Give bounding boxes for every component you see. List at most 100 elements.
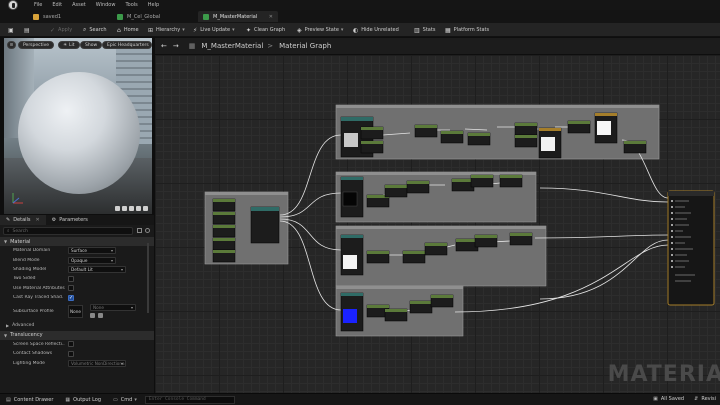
material-node[interactable] [340,176,364,218]
unreal-logo-icon[interactable] [8,0,18,10]
tab-parameters[interactable]: ⚙ Parameters [46,215,94,225]
preview-mesh-button[interactable]: Epic Headquarters [102,41,152,49]
material-domain-select[interactable]: Surface [68,247,116,255]
cube-icon[interactable] [136,206,141,211]
use-material-attributes-checkbox[interactable] [68,285,74,292]
revision-control-button[interactable]: ⇵ Revisi [694,396,716,402]
menu-file[interactable]: File [34,2,42,8]
platform-stats-button[interactable]: ▦ Platform Stats [445,25,489,35]
preview-state-button[interactable]: ◈ Preview State ▾ [297,25,343,35]
material-node[interactable] [424,242,448,256]
home-button[interactable]: ⌂ Home [117,25,139,35]
menu-edit[interactable]: Edit [52,2,62,8]
material-function-node[interactable] [250,206,280,244]
material-output-node[interactable] [667,190,715,306]
material-node[interactable] [440,130,464,144]
material-node[interactable] [538,127,562,159]
tab-saved1[interactable]: saved1 [28,11,108,22]
blend-mode-select[interactable]: Opaque [68,256,116,264]
close-icon[interactable]: ✕ [269,14,273,20]
material-node[interactable] [360,126,384,140]
teapot-icon[interactable] [143,206,148,211]
menu-window[interactable]: Window [96,2,116,8]
material-node[interactable] [340,234,364,276]
plane-icon[interactable] [129,206,134,211]
shading-model-select[interactable]: Default Lit [68,265,126,273]
save-button[interactable]: ▣ [8,25,17,35]
section-material[interactable]: ▼ Material [0,237,154,246]
back-arrow-icon[interactable]: ← [161,42,167,50]
tab-details[interactable]: ✎ Details ✕ [0,215,46,225]
material-node[interactable] [474,234,498,248]
material-node[interactable] [340,292,364,332]
parameter-node[interactable] [212,249,236,263]
material-node[interactable] [414,124,438,138]
lighting-mode-select[interactable]: Volumetric NonDirectional [68,359,126,367]
subsurface-profile-select[interactable]: None [90,304,136,312]
menu-asset[interactable]: Asset [72,2,86,8]
material-node[interactable] [430,294,454,308]
material-node[interactable] [467,132,491,146]
material-node[interactable] [509,232,533,246]
material-node[interactable] [455,238,479,252]
material-node[interactable] [451,178,475,192]
apply-button[interactable]: ✓ Apply [50,25,72,35]
section-translucency[interactable]: ▼ Translucency [0,330,154,340]
menu-help[interactable]: Help [148,2,159,8]
parameter-node[interactable] [212,211,236,225]
hide-unrelated-button[interactable]: ◐ Hide Unrelated [353,25,399,35]
material-node[interactable] [406,180,430,194]
contact-shadows-checkbox[interactable] [68,350,74,357]
hierarchy-button[interactable]: ⊞ Hierarchy ▾ [148,25,185,35]
perspective-button[interactable]: Perspective [18,41,55,49]
viewport-menu-icon[interactable]: ≡ [7,41,16,49]
row-advanced[interactable]: ▶ Advanced [0,320,154,329]
material-node[interactable] [402,250,426,264]
use-selected-icon[interactable] [98,313,103,319]
details-scrollbar[interactable] [147,243,149,313]
tab-m-mastermaterial[interactable]: M_MasterMaterial ✕ [198,11,278,22]
material-node[interactable] [514,122,538,136]
material-node[interactable] [514,134,538,148]
output-log-button[interactable]: ▦ Output Log [65,397,101,403]
cmd-button[interactable]: ▭ Cmd ▾ [113,397,137,403]
settings-icon[interactable] [145,228,150,233]
two-sided-checkbox[interactable] [68,275,74,282]
parameter-node[interactable] [212,224,236,238]
menu-tools[interactable]: Tools [125,2,137,8]
sphere-icon[interactable] [122,206,127,211]
tab-m-cel-global[interactable]: M_Cel_Global [112,11,194,22]
screen-space-reflections-checkbox[interactable] [68,341,74,348]
subsurface-thumbnail[interactable]: None [68,304,83,318]
parameter-node[interactable] [212,237,236,251]
live-update-button[interactable]: ⚡ Live Update ▾ [193,25,235,35]
close-icon[interactable]: ✕ [36,217,40,223]
browse-icon[interactable] [90,313,95,319]
grid-view-icon[interactable] [137,228,142,233]
all-saved-button[interactable]: ▣ All Saved [653,396,684,402]
material-node[interactable] [384,308,408,322]
cast-ray-traced-shadows-checkbox[interactable] [68,294,74,301]
forward-arrow-icon[interactable]: → [173,42,179,50]
content-drawer-button[interactable]: ▤ Content Drawer [6,397,53,403]
console-input[interactable]: Enter Console Command [144,395,235,404]
material-node[interactable] [366,250,390,264]
search-button[interactable]: ⌕ Search [83,25,107,35]
material-node[interactable] [567,120,591,134]
material-node[interactable] [384,184,408,198]
material-node[interactable] [470,174,494,188]
material-node[interactable] [623,140,647,154]
material-node[interactable] [409,300,433,314]
material-graph-canvas[interactable]: MATERIA [155,55,720,393]
parameter-node[interactable] [212,198,236,212]
show-button[interactable]: Show [80,41,103,49]
stats-button[interactable]: ▥ Stats [414,25,435,35]
details-search-input[interactable]: ⌕ Search [3,227,133,235]
clean-graph-button[interactable]: ✦ Clean Graph [246,25,285,35]
material-node[interactable] [594,112,618,144]
preview-viewport[interactable]: ≡ Perspective ☀ Lit Show Epic Headquarter… [4,38,152,214]
cylinder-icon[interactable] [115,206,120,211]
browse-button[interactable]: ▤ [24,25,33,35]
material-node[interactable] [360,140,384,154]
material-node[interactable] [499,174,523,188]
